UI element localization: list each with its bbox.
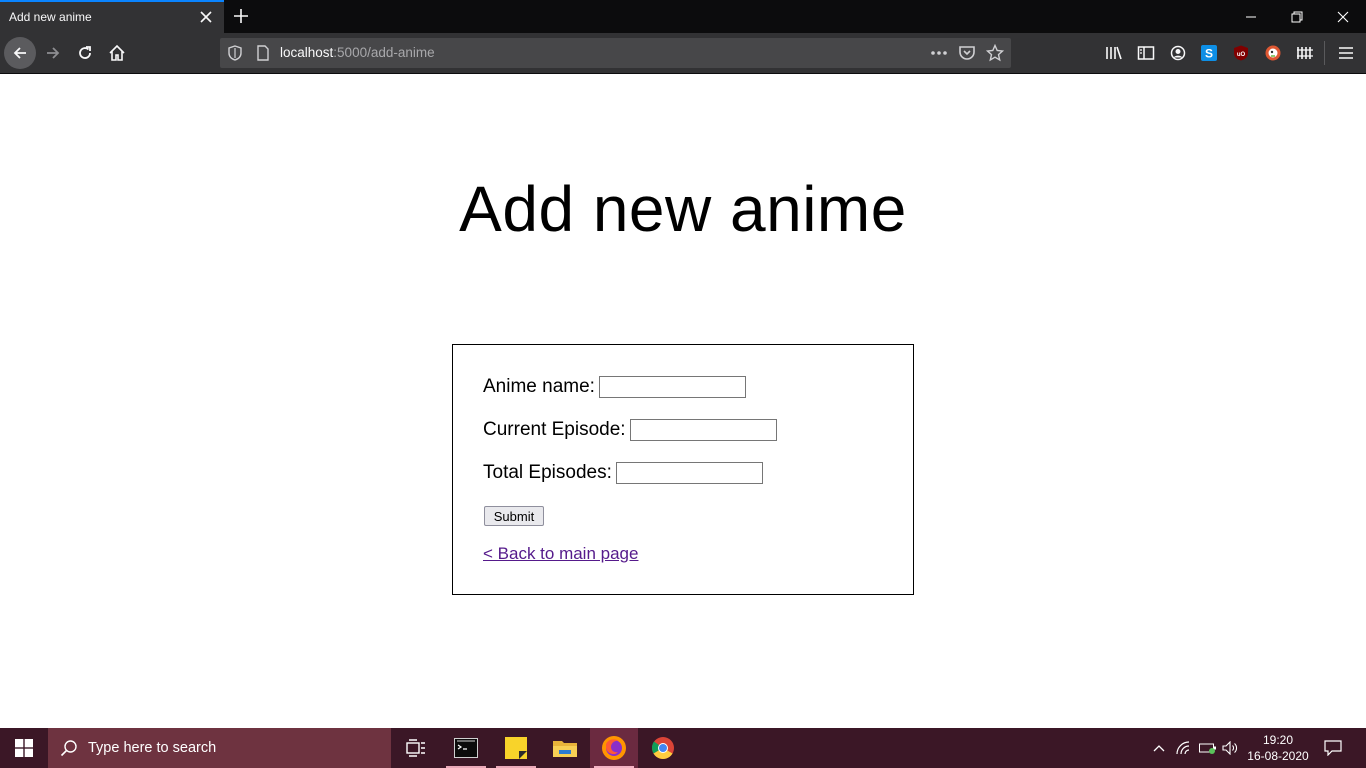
reload-icon — [79, 46, 91, 59]
total-episodes-row: Total Episodes: — [483, 462, 763, 484]
submit-button[interactable]: Submit — [484, 506, 544, 526]
toolbar-separator — [1324, 41, 1325, 65]
navigation-toolbar: localhost:5000/add-anime S uO — [0, 33, 1366, 74]
sidebar-icon[interactable] — [1136, 43, 1156, 63]
windows-logo-icon — [15, 739, 33, 757]
url-host: localhost — [280, 45, 334, 60]
forward-button[interactable] — [37, 37, 69, 69]
duckduckgo-icon[interactable] — [1263, 43, 1283, 63]
page-title: Add new anime — [459, 173, 907, 245]
url-path: :5000/add-anime — [333, 45, 435, 60]
minimize-icon[interactable] — [1228, 0, 1274, 33]
pocket-icon[interactable] — [958, 44, 976, 62]
clock-date: 16-08-2020 — [1247, 749, 1309, 763]
page-content: Add new anime Anime name: Current Episod… — [0, 74, 1366, 728]
page-icon[interactable] — [254, 44, 272, 62]
volume-icon[interactable] — [1220, 728, 1240, 768]
windows-taskbar: Type here to search 19:20 16-08-2020 — [0, 728, 1366, 768]
search-placeholder: Type here to search — [88, 740, 217, 756]
home-button[interactable] — [101, 37, 133, 69]
battery-icon[interactable] — [1198, 728, 1218, 768]
notification-center-icon[interactable] — [1322, 728, 1344, 768]
svg-text:uO: uO — [1237, 52, 1246, 58]
chrome-icon — [651, 737, 674, 759]
terminal-icon — [454, 738, 478, 758]
library-icon[interactable] — [1104, 43, 1124, 63]
taskbar-app-firefox[interactable] — [590, 728, 638, 768]
extension-grid-icon[interactable] — [1295, 43, 1315, 63]
taskbar-app-chrome[interactable] — [639, 728, 687, 768]
firefox-icon — [602, 736, 626, 760]
account-icon[interactable] — [1168, 43, 1188, 63]
task-view-button[interactable] — [392, 728, 440, 768]
total-episodes-label: Total Episodes: — [483, 462, 612, 483]
start-button[interactable] — [0, 728, 48, 768]
new-tab-icon[interactable] — [231, 6, 251, 26]
chevron-up-icon[interactable] — [1150, 728, 1168, 768]
task-view-icon — [406, 739, 425, 757]
arrow-right-icon — [47, 47, 60, 59]
skype-extension-icon[interactable]: S — [1199, 43, 1219, 63]
reload-button[interactable] — [69, 37, 101, 69]
clock-time: 19:20 — [1262, 733, 1294, 747]
taskbar-app-terminal[interactable] — [442, 728, 490, 768]
current-episode-row: Current Episode: — [483, 419, 777, 441]
taskbar-search-box[interactable]: Type here to search — [48, 728, 391, 768]
current-episode-input[interactable] — [629, 419, 777, 441]
close-window-icon[interactable] — [1320, 0, 1366, 33]
page-actions-icon[interactable] — [930, 44, 948, 62]
back-to-main-link[interactable]: < Back to main page — [483, 544, 638, 564]
hamburger-menu-icon[interactable] — [1336, 43, 1356, 63]
arrow-left-icon — [13, 47, 26, 59]
sticky-notes-icon — [505, 737, 527, 759]
restore-icon[interactable] — [1274, 0, 1320, 33]
taskbar-clock[interactable]: 19:20 16-08-2020 — [1244, 732, 1312, 764]
taskbar-app-sticky-notes[interactable] — [492, 728, 540, 768]
total-episodes-input[interactable] — [615, 462, 763, 484]
home-icon — [109, 44, 125, 61]
svg-text:S: S — [1205, 47, 1213, 61]
bookmark-star-icon[interactable] — [986, 44, 1004, 62]
tab-title: Add new anime — [9, 10, 92, 24]
url-bar[interactable]: localhost:5000/add-anime — [220, 38, 1011, 68]
tab-add-new-anime[interactable]: Add new anime — [0, 0, 224, 33]
current-episode-label: Current Episode: — [483, 419, 626, 440]
close-icon[interactable] — [198, 9, 214, 25]
folder-icon — [553, 741, 577, 757]
taskbar-app-file-explorer[interactable] — [541, 728, 589, 768]
anime-name-label: Anime name: — [483, 376, 595, 397]
search-icon — [60, 739, 78, 762]
back-button[interactable] — [4, 37, 36, 69]
shield-icon[interactable] — [226, 44, 244, 62]
anime-name-input[interactable] — [598, 376, 746, 398]
url-text[interactable]: localhost:5000/add-anime — [280, 45, 435, 60]
tab-strip: Add new anime — [0, 0, 1366, 33]
wifi-icon[interactable] — [1174, 728, 1194, 768]
add-anime-form: Anime name: Current Episode: Total Episo… — [452, 344, 914, 595]
anime-name-row: Anime name: — [483, 376, 746, 398]
ublock-origin-icon[interactable]: uO — [1231, 43, 1251, 63]
